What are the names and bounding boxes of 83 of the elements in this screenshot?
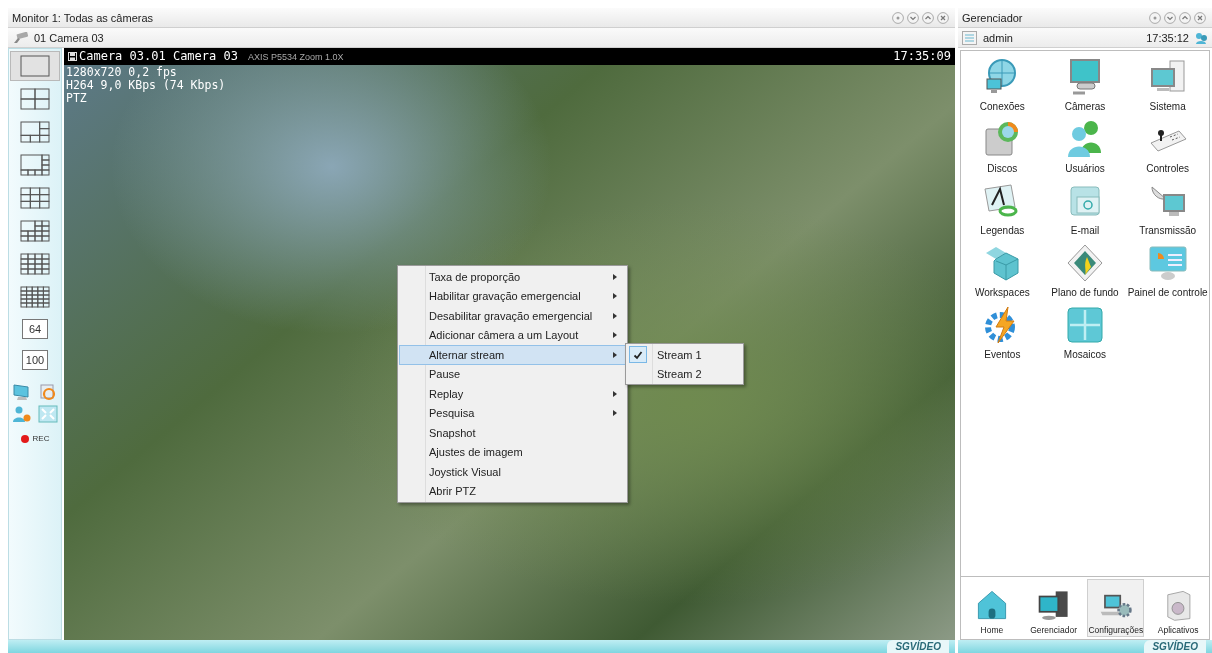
layout-grid-icon: [20, 154, 50, 176]
clock-time: 17:35:12: [1146, 31, 1189, 44]
window-title: Gerenciador: [962, 11, 1023, 24]
app-launcher[interactable]: Eventos: [961, 305, 1044, 367]
video-timestamp: 17:35:09: [893, 51, 951, 62]
submenu-arrow-icon: [613, 410, 617, 417]
submenu-arrow-icon: [613, 332, 617, 339]
app-launcher[interactable]: Mosaicos: [1043, 305, 1127, 367]
app-launcher[interactable]: Painel de controle: [1126, 243, 1209, 305]
app-launcher[interactable]: Plano de fundo: [1043, 243, 1127, 305]
layout-grid-icon: [20, 88, 50, 110]
refresh-icon[interactable]: [38, 383, 58, 401]
app-launcher[interactable]: Câmeras: [1043, 57, 1127, 119]
control-panel-icon: [1147, 243, 1188, 283]
menu-item[interactable]: Stream 1: [627, 345, 742, 364]
list-icon: [962, 30, 977, 45]
user-gear-icon[interactable]: [12, 405, 32, 423]
nav-tab[interactable]: Gerenciador: [1025, 579, 1082, 637]
mosaic-tiles-icon: [1065, 305, 1105, 345]
menu-item[interactable]: Stream 2: [627, 364, 742, 383]
layout-count-button[interactable]: 64: [22, 319, 48, 339]
record-label[interactable]: REC: [32, 434, 50, 443]
video-info-text: PTZ: [66, 92, 87, 105]
submenu-arrow-icon: [613, 390, 617, 397]
layout-count-button[interactable]: 100: [22, 350, 48, 370]
app-launcher[interactable]: E-mail: [1043, 181, 1127, 243]
app-launcher[interactable]: Conexões: [961, 57, 1044, 119]
expand-button[interactable]: [922, 11, 934, 24]
pin-button[interactable]: [892, 11, 904, 24]
app-launcher[interactable]: Sistema: [1126, 57, 1209, 119]
computer-icon: [1036, 588, 1071, 622]
picture-frame-icon: [1065, 243, 1105, 283]
menu-item[interactable]: Pesquisa: [399, 403, 626, 423]
app-launcher[interactable]: Usuários: [1043, 119, 1127, 181]
nav-tab[interactable]: Configurações: [1087, 579, 1145, 637]
brand-logo: SGVÍDEO: [887, 640, 949, 653]
menu-item[interactable]: Habilitar gravação emergencial: [399, 286, 626, 306]
pin-button[interactable]: [1149, 11, 1161, 24]
window-title: Monitor 1: Todas as câmeras: [12, 11, 154, 24]
submenu-arrow-icon: [613, 351, 617, 358]
menu-item[interactable]: Ajustes de imagem: [399, 442, 626, 462]
layout-grid-icon: [20, 187, 50, 209]
layout-grid-icon: [20, 121, 50, 143]
app-launcher[interactable]: Controles: [1126, 119, 1209, 181]
submenu-arrow-icon: [613, 312, 617, 319]
submenu-arrow-icon: [613, 273, 617, 280]
menu-item[interactable]: Taxa de proporção: [399, 267, 626, 287]
menu-item[interactable]: Alternar stream: [399, 345, 626, 365]
close-button[interactable]: [937, 11, 949, 24]
menu-item[interactable]: Desabilitar gravação emergencial: [399, 306, 626, 326]
collapse-button[interactable]: [1164, 11, 1176, 24]
menu-item[interactable]: Replay: [399, 384, 626, 404]
menu-item[interactable]: Adicionar câmera a um Layout: [399, 325, 626, 345]
camera-icon: [12, 31, 30, 44]
users-icon: [1195, 31, 1208, 44]
nav-tab[interactable]: Aplicativos: [1150, 579, 1206, 637]
nav-tab[interactable]: Home: [964, 579, 1020, 637]
layout-grid-icon: [20, 253, 50, 275]
record-dot-icon: [20, 434, 29, 443]
app-launcher[interactable]: Legendas: [961, 181, 1044, 243]
menu-item[interactable]: Joystick Visual: [399, 462, 626, 482]
video-info-text: 1280x720 0,2 fps: [66, 66, 177, 79]
camera-label: 01 Camera 03: [34, 31, 104, 44]
camera-model-text: AXIS P5534 Zoom 1.0X: [247, 51, 344, 62]
menu-item[interactable]: Snapshot: [399, 423, 626, 443]
video-overlay-title: Camera 03.01 Camera 03: [79, 51, 238, 62]
layout-grid-icon: [20, 55, 50, 77]
app-launcher[interactable]: Discos: [961, 119, 1044, 181]
menu-item[interactable]: Abrir PTZ: [399, 481, 626, 501]
monitor-icon[interactable]: [12, 383, 32, 401]
layout-grid-icon: [20, 220, 50, 242]
close-button[interactable]: [1194, 11, 1206, 24]
submenu-arrow-icon: [613, 293, 617, 300]
user-name: admin: [983, 31, 1013, 44]
menu-item[interactable]: Pause: [399, 364, 626, 384]
collapse-button[interactable]: [907, 11, 919, 24]
expand-button[interactable]: [1179, 11, 1191, 24]
layout-grid-icon: [20, 286, 50, 308]
fullscreen-icon[interactable]: [38, 405, 58, 423]
app-launcher[interactable]: Workspaces: [961, 243, 1044, 305]
brand-logo: SGVÍDEO: [1144, 640, 1206, 653]
app-launcher[interactable]: Transmissão: [1126, 181, 1209, 243]
video-info-text: H264 9,0 KBps (74 Kbps): [66, 79, 226, 92]
